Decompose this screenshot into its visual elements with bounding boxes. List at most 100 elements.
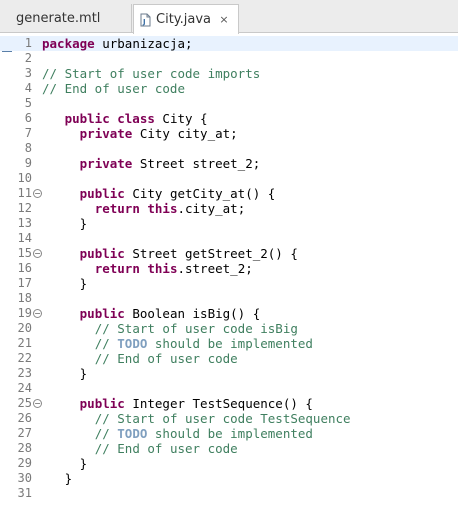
tab-label: City.java [156, 12, 211, 27]
code-text: public Boolean isBig() { [42, 306, 261, 321]
fold-toggle-icon[interactable]: − [33, 309, 42, 318]
line-number: 20 [17, 321, 32, 335]
code-text: // End of user code [42, 351, 238, 366]
code-line[interactable]: 6 public class City { [0, 111, 458, 126]
code-text: // Start of user code isBig [42, 321, 298, 336]
line-number: 17 [17, 276, 32, 290]
line-number: 12 [17, 201, 32, 215]
fold-toggle-icon[interactable]: − [33, 399, 42, 408]
line-number: 7 [24, 126, 32, 140]
comment-token: should be implemented [147, 426, 313, 441]
todo-token: TODO [117, 426, 148, 441]
line-number: 14 [17, 231, 32, 245]
comment-token: // Start of user code TestSequence [94, 411, 351, 426]
code-line[interactable]: 22 // End of user code [0, 351, 458, 366]
code-line[interactable]: 14 [0, 231, 458, 246]
code-token: .street_2; [177, 261, 253, 276]
comment-token: should be implemented [147, 336, 313, 351]
code-token: City city_at; [132, 126, 238, 141]
code-token: } [64, 471, 73, 486]
line-number: 28 [17, 441, 32, 455]
code-line[interactable]: 10 [0, 171, 458, 186]
code-line[interactable]: 21 // TODO should be implemented [0, 336, 458, 351]
code-text: // Start of user code imports [42, 66, 260, 81]
code-text: private City city_at; [42, 126, 238, 141]
line-number: 15 [17, 246, 32, 260]
code-line[interactable]: 27 // TODO should be implemented [0, 426, 458, 441]
code-text: } [42, 471, 73, 486]
code-line[interactable]: 31 [0, 486, 458, 501]
code-token: Boolean isBig() { [124, 306, 261, 321]
comment-token: // End of user code [94, 351, 238, 366]
code-line[interactable]: 23 } [0, 366, 458, 381]
code-line[interactable]: 18 [0, 291, 458, 306]
code-editor[interactable]: 1 package urbanizacja; 2 3 // Start of user … [0, 34, 458, 514]
code-line[interactable]: 17 } [0, 276, 458, 291]
code-line[interactable]: 5 [0, 96, 458, 111]
code-line[interactable]: 28 // End of user code [0, 441, 458, 456]
code-text: public class City { [42, 111, 208, 126]
line-number: 22 [17, 351, 32, 365]
code-line[interactable]: 9 private Street street_2; [0, 156, 458, 171]
code-line[interactable]: 7 private City city_at; [0, 126, 458, 141]
code-text: } [42, 366, 88, 381]
line-number: 29 [17, 456, 32, 470]
code-text: } [42, 216, 88, 231]
keyword-token: public [79, 246, 125, 261]
code-text: public City getCity_at() { [42, 186, 276, 201]
keyword-token: package [42, 36, 95, 51]
code-token: City { [154, 111, 208, 126]
code-line[interactable]: 15− public Street getStreet_2() { [0, 246, 458, 261]
code-line[interactable]: 26 // Start of user code TestSequence [0, 411, 458, 426]
comment-token: // Start of user code imports [42, 66, 261, 81]
code-text: package urbanizacja; [42, 36, 193, 51]
code-text: // Start of user code TestSequence [42, 411, 351, 426]
code-line[interactable]: 13 } [0, 216, 458, 231]
code-token: urbanizacja; [94, 36, 193, 51]
code-line[interactable]: 19− public Boolean isBig() { [0, 306, 458, 321]
code-text: // End of user code [42, 81, 185, 96]
tab-label: generate.mtl [16, 11, 101, 26]
code-line[interactable]: 1 package urbanizacja; [0, 36, 458, 51]
tab-generate-mtl[interactable]: generate.mtl [4, 4, 132, 33]
code-line[interactable]: 8 [0, 141, 458, 156]
code-line[interactable]: 20 // Start of user code isBig [0, 321, 458, 336]
code-line[interactable]: 3 // Start of user code imports [0, 66, 458, 81]
code-text: } [42, 276, 88, 291]
code-line[interactable]: 11− public City getCity_at() { [0, 186, 458, 201]
tab-city-java[interactable]: J City.java × [133, 4, 239, 34]
fold-toggle-icon[interactable]: − [33, 249, 42, 258]
code-line[interactable]: 29 } [0, 456, 458, 471]
fold-toggle-icon[interactable]: − [33, 189, 42, 198]
code-text: return this.street_2; [42, 261, 253, 276]
code-line[interactable]: 2 [0, 51, 458, 66]
line-number: 1 [24, 36, 32, 50]
line-number: 11 [17, 186, 32, 200]
close-tab-icon[interactable]: × [219, 14, 229, 25]
java-file-icon: J [140, 13, 151, 27]
code-token: .city_at; [177, 201, 246, 216]
code-line[interactable]: 4 // End of user code [0, 81, 458, 96]
comment-token: // End of user code [42, 81, 185, 96]
code-text: public Street getStreet_2() { [42, 246, 298, 261]
code-line[interactable]: 12 return this.city_at; [0, 201, 458, 216]
comment-token: // Start of user code isBig [94, 321, 298, 336]
line-number: 26 [17, 411, 32, 425]
code-line[interactable]: 16 return this.street_2; [0, 261, 458, 276]
code-token: } [79, 216, 88, 231]
code-line[interactable]: 24 [0, 381, 458, 396]
line-number: 24 [17, 381, 32, 395]
code-line[interactable]: 25− public Integer TestSequence() { [0, 396, 458, 411]
code-line[interactable]: 30 } [0, 471, 458, 486]
